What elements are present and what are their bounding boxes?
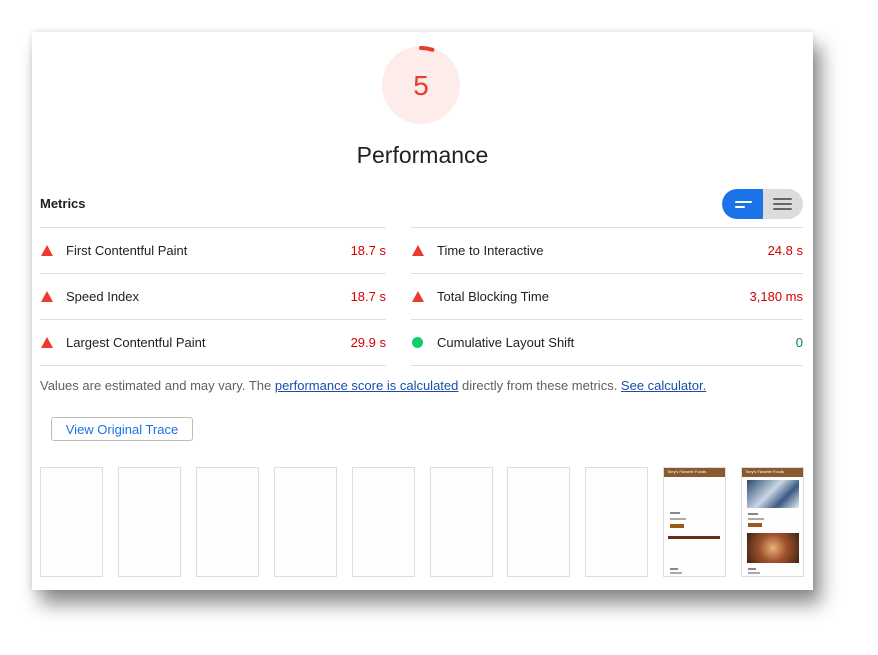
thumb-content xyxy=(747,533,799,563)
gauge-score: 5 xyxy=(413,70,429,101)
expanded-view-button[interactable] xyxy=(763,189,804,219)
thumb-header: Tony's Favorite Foods xyxy=(742,468,803,477)
fail-triangle-icon xyxy=(412,291,424,303)
filmstrip-frame xyxy=(40,467,103,577)
filmstrip-frame xyxy=(196,467,259,577)
filmstrip: Tony's Favorite Foods Tony's Favorite Foo… xyxy=(40,467,805,577)
metric-value: 18.7 s xyxy=(350,243,386,258)
thumb-content xyxy=(668,536,720,539)
metric-name: Speed Index xyxy=(66,289,140,304)
thumb-content xyxy=(670,512,680,514)
metric-name: Time to Interactive xyxy=(437,243,544,258)
score-calculation-link[interactable]: performance score is calculated xyxy=(275,378,459,393)
performance-gauge: 5 xyxy=(382,46,460,124)
note-middle: directly from these metrics. xyxy=(458,378,621,393)
metric-name: Total Blocking Time xyxy=(437,289,549,304)
fail-triangle-icon xyxy=(41,291,53,303)
metric-value: 24.8 s xyxy=(767,243,803,258)
thumb-content xyxy=(748,572,760,574)
filmstrip-frame: Tony's Favorite Foods xyxy=(741,467,804,577)
filmstrip-frame xyxy=(585,467,648,577)
metric-value: 18.7 s xyxy=(350,289,386,304)
filmstrip-frame xyxy=(274,467,337,577)
metric-name: Largest Contentful Paint xyxy=(66,335,206,350)
metric-name: First Contentful Paint xyxy=(66,243,188,258)
metric-value: 29.9 s xyxy=(350,335,386,350)
metric-row: Time to Interactive 24.8 s xyxy=(411,227,803,273)
filmstrip-frame xyxy=(430,467,493,577)
estimate-note: Values are estimated and may vary. The p… xyxy=(40,378,706,393)
thumb-content xyxy=(670,568,678,570)
pass-circle-icon xyxy=(412,337,424,349)
metrics-column-right: Time to Interactive 24.8 s Total Blockin… xyxy=(411,227,803,366)
thumb-content xyxy=(670,572,682,574)
metric-row: Speed Index 18.7 s xyxy=(40,273,386,319)
metric-row: Cumulative Layout Shift 0 xyxy=(411,319,803,366)
filmstrip-frame: Tony's Favorite Foods xyxy=(663,467,726,577)
note-prefix: Values are estimated and may vary. The xyxy=(40,378,275,393)
thumb-content xyxy=(748,513,758,515)
fail-triangle-icon xyxy=(41,337,53,349)
metric-row: Total Blocking Time 3,180 ms xyxy=(411,273,803,319)
thumb-content xyxy=(748,568,756,570)
thumb-content xyxy=(670,524,684,528)
metric-row: First Contentful Paint 18.7 s xyxy=(40,227,386,273)
thumb-content xyxy=(748,523,762,527)
fail-triangle-icon xyxy=(41,245,53,257)
fail-triangle-icon xyxy=(412,245,424,257)
metric-row: Largest Contentful Paint 29.9 s xyxy=(40,319,386,366)
metrics-view-toggle xyxy=(722,189,803,219)
metric-name: Cumulative Layout Shift xyxy=(437,335,575,350)
thumb-title: Tony's Favorite Foods xyxy=(745,469,785,474)
thumb-header: Tony's Favorite Foods xyxy=(664,468,725,477)
metrics-column-left: First Contentful Paint 18.7 s Speed Inde… xyxy=(40,227,386,366)
filmstrip-frame xyxy=(118,467,181,577)
gauge-title: Performance xyxy=(356,142,489,168)
filmstrip-frame xyxy=(507,467,570,577)
view-original-trace-button[interactable]: View Original Trace xyxy=(51,417,193,441)
performance-card: 5 Performance Metrics First Contentful P… xyxy=(32,32,813,590)
thumb-content xyxy=(670,518,686,520)
compact-view-button[interactable] xyxy=(722,189,763,219)
metrics-heading: Metrics xyxy=(40,196,86,211)
metric-value: 3,180 ms xyxy=(749,289,803,304)
see-calculator-link[interactable]: See calculator. xyxy=(621,378,706,393)
thumb-content xyxy=(747,480,799,508)
metric-value: 0 xyxy=(795,335,803,350)
filmstrip-frame xyxy=(352,467,415,577)
thumb-content xyxy=(748,518,764,520)
thumb-title: Tony's Favorite Foods xyxy=(667,469,707,474)
